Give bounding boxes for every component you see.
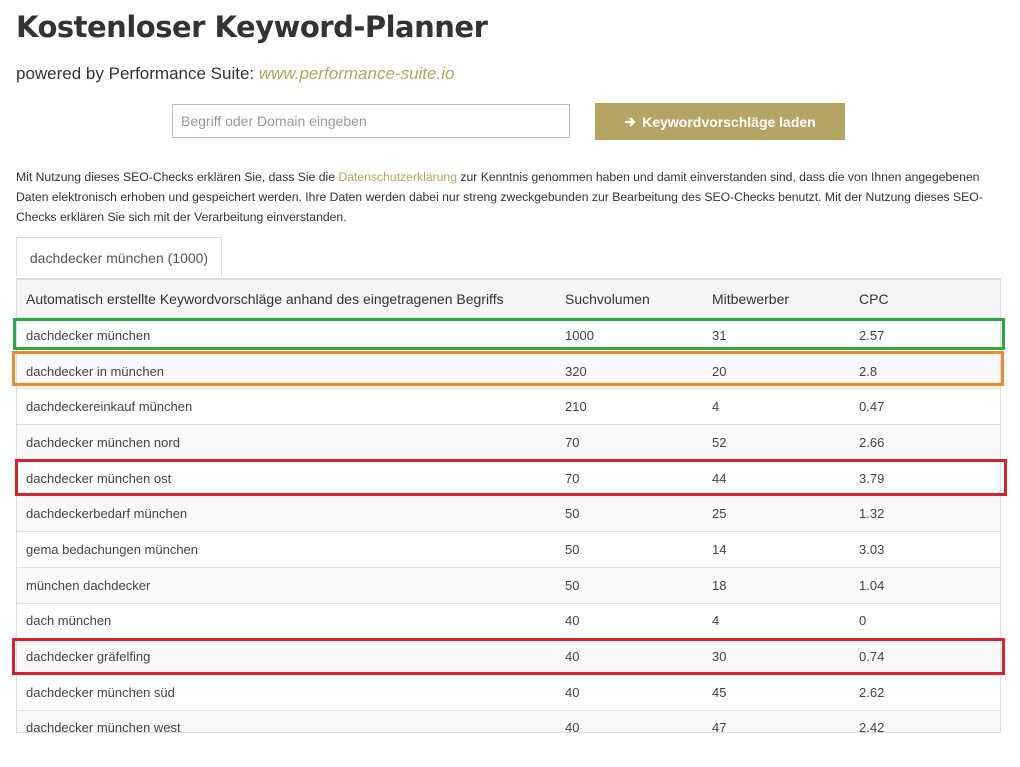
load-keywords-button[interactable]: Keywordvorschläge laden [595,103,845,140]
cell-competitors: 4 [703,388,850,426]
cell-cpc: 0 [850,603,1000,640]
cell-cpc: 0.74 [850,638,1000,675]
cell-cpc: 0.47 [850,388,1000,426]
page-subtitle: powered by Performance Suite: www.perfor… [16,64,454,84]
cell-competitors: 44 [703,460,850,497]
cell-cpc: 3.79 [850,460,1000,497]
table-row: münchen dachdecker 50 18 1.04 [17,567,1000,604]
cell-search-volume: 210 [556,388,703,426]
table-row: dachdecker gräfelfing 40 30 0.74 [17,638,1000,675]
keyword-table-container[interactable]: Automatisch erstellte Keywordvorschläge … [16,278,1001,733]
cell-cpc: 1.32 [850,495,1000,533]
disclaimer-text-1: Mit Nutzung dieses SEO-Checks erklären S… [16,170,339,184]
cell-keyword: dach münchen [17,603,556,640]
cell-search-volume: 70 [556,460,703,497]
cell-cpc: 2.62 [850,674,1000,711]
cell-search-volume: 40 [556,638,703,675]
cell-search-volume: 50 [556,567,703,604]
cell-keyword: dachdeckerbedarf münchen [17,495,556,533]
tab-keyword-results[interactable]: dachdecker münchen (1000) [16,237,222,277]
cell-search-volume: 70 [556,424,703,461]
cell-search-volume: 40 [556,603,703,640]
cell-search-volume: 40 [556,674,703,711]
cell-keyword: dachdecker gräfelfing [17,638,556,675]
table-row: dachdecker münchen ost 70 44 3.79 [17,460,1000,497]
header-keyword: Automatisch erstellte Keywordvorschläge … [17,280,556,318]
cell-keyword: dachdecker münchen süd [17,674,556,711]
table-row: dachdecker münchen 1000 31 2.57 [17,317,1000,354]
privacy-disclaimer: Mit Nutzung dieses SEO-Checks erklären S… [16,167,991,227]
cell-cpc: 2.66 [850,424,1000,461]
cell-competitors: 31 [703,317,850,354]
cell-search-volume: 320 [556,353,703,390]
cell-keyword: dachdecker münchen [17,317,556,354]
cell-cpc: 3.03 [850,531,1000,568]
table-row: dachdecker münchen süd 40 45 2.62 [17,674,1000,711]
load-keywords-label: Keywordvorschläge laden [642,113,816,130]
table-header-row: Automatisch erstellte Keywordvorschläge … [17,280,1000,318]
cell-competitors: 14 [703,531,850,568]
cell-competitors: 52 [703,424,850,461]
cell-keyword: dachdecker münchen west [17,710,556,732]
cell-cpc: 1.04 [850,567,1000,604]
cell-competitors: 47 [703,710,850,732]
cell-keyword: dachdecker münchen nord [17,424,556,461]
header-search-volume: Suchvolumen [556,280,703,318]
table-row: dachdecker in münchen 320 20 2.8 [17,353,1000,390]
cell-competitors: 30 [703,638,850,675]
arrow-right-icon [625,116,636,127]
cell-keyword: gema bedachungen münchen [17,531,556,568]
cell-search-volume: 1000 [556,317,703,354]
table-row: dachdecker münchen west 40 47 2.42 [17,710,1000,732]
cell-search-volume: 50 [556,531,703,568]
cell-competitors: 45 [703,674,850,711]
cell-keyword: dachdecker in münchen [17,353,556,390]
cell-cpc: 2.57 [850,317,1000,354]
table-row: gema bedachungen münchen 50 14 3.03 [17,531,1000,568]
cell-competitors: 20 [703,353,850,390]
cell-competitors: 4 [703,603,850,640]
search-input[interactable] [172,104,570,138]
header-cpc: CPC [850,280,1000,318]
page-title: Kostenloser Keyword-Planner [16,10,488,44]
table-row: dachdeckereinkauf münchen 210 4 0.47 [17,388,1000,426]
cell-competitors: 25 [703,495,850,533]
cell-keyword: münchen dachdecker [17,567,556,604]
performance-suite-link[interactable]: www.performance-suite.io [259,64,455,83]
cell-keyword: dachdecker münchen ost [17,460,556,497]
table-row: dachdecker münchen nord 70 52 2.66 [17,424,1000,461]
cell-keyword: dachdeckereinkauf münchen [17,388,556,426]
cell-cpc: 2.8 [850,353,1000,390]
keyword-table: Automatisch erstellte Keywordvorschläge … [17,280,1000,732]
header-competitors: Mitbewerber [703,280,850,318]
cell-search-volume: 40 [556,710,703,732]
cell-competitors: 18 [703,567,850,604]
cell-cpc: 2.42 [850,710,1000,732]
table-row: dach münchen 40 4 0 [17,603,1000,640]
subtitle-prefix: powered by Performance Suite: [16,64,255,83]
privacy-policy-link[interactable]: Datenschutzerklärung [338,170,457,184]
cell-search-volume: 50 [556,495,703,533]
table-row: dachdeckerbedarf münchen 50 25 1.32 [17,495,1000,533]
